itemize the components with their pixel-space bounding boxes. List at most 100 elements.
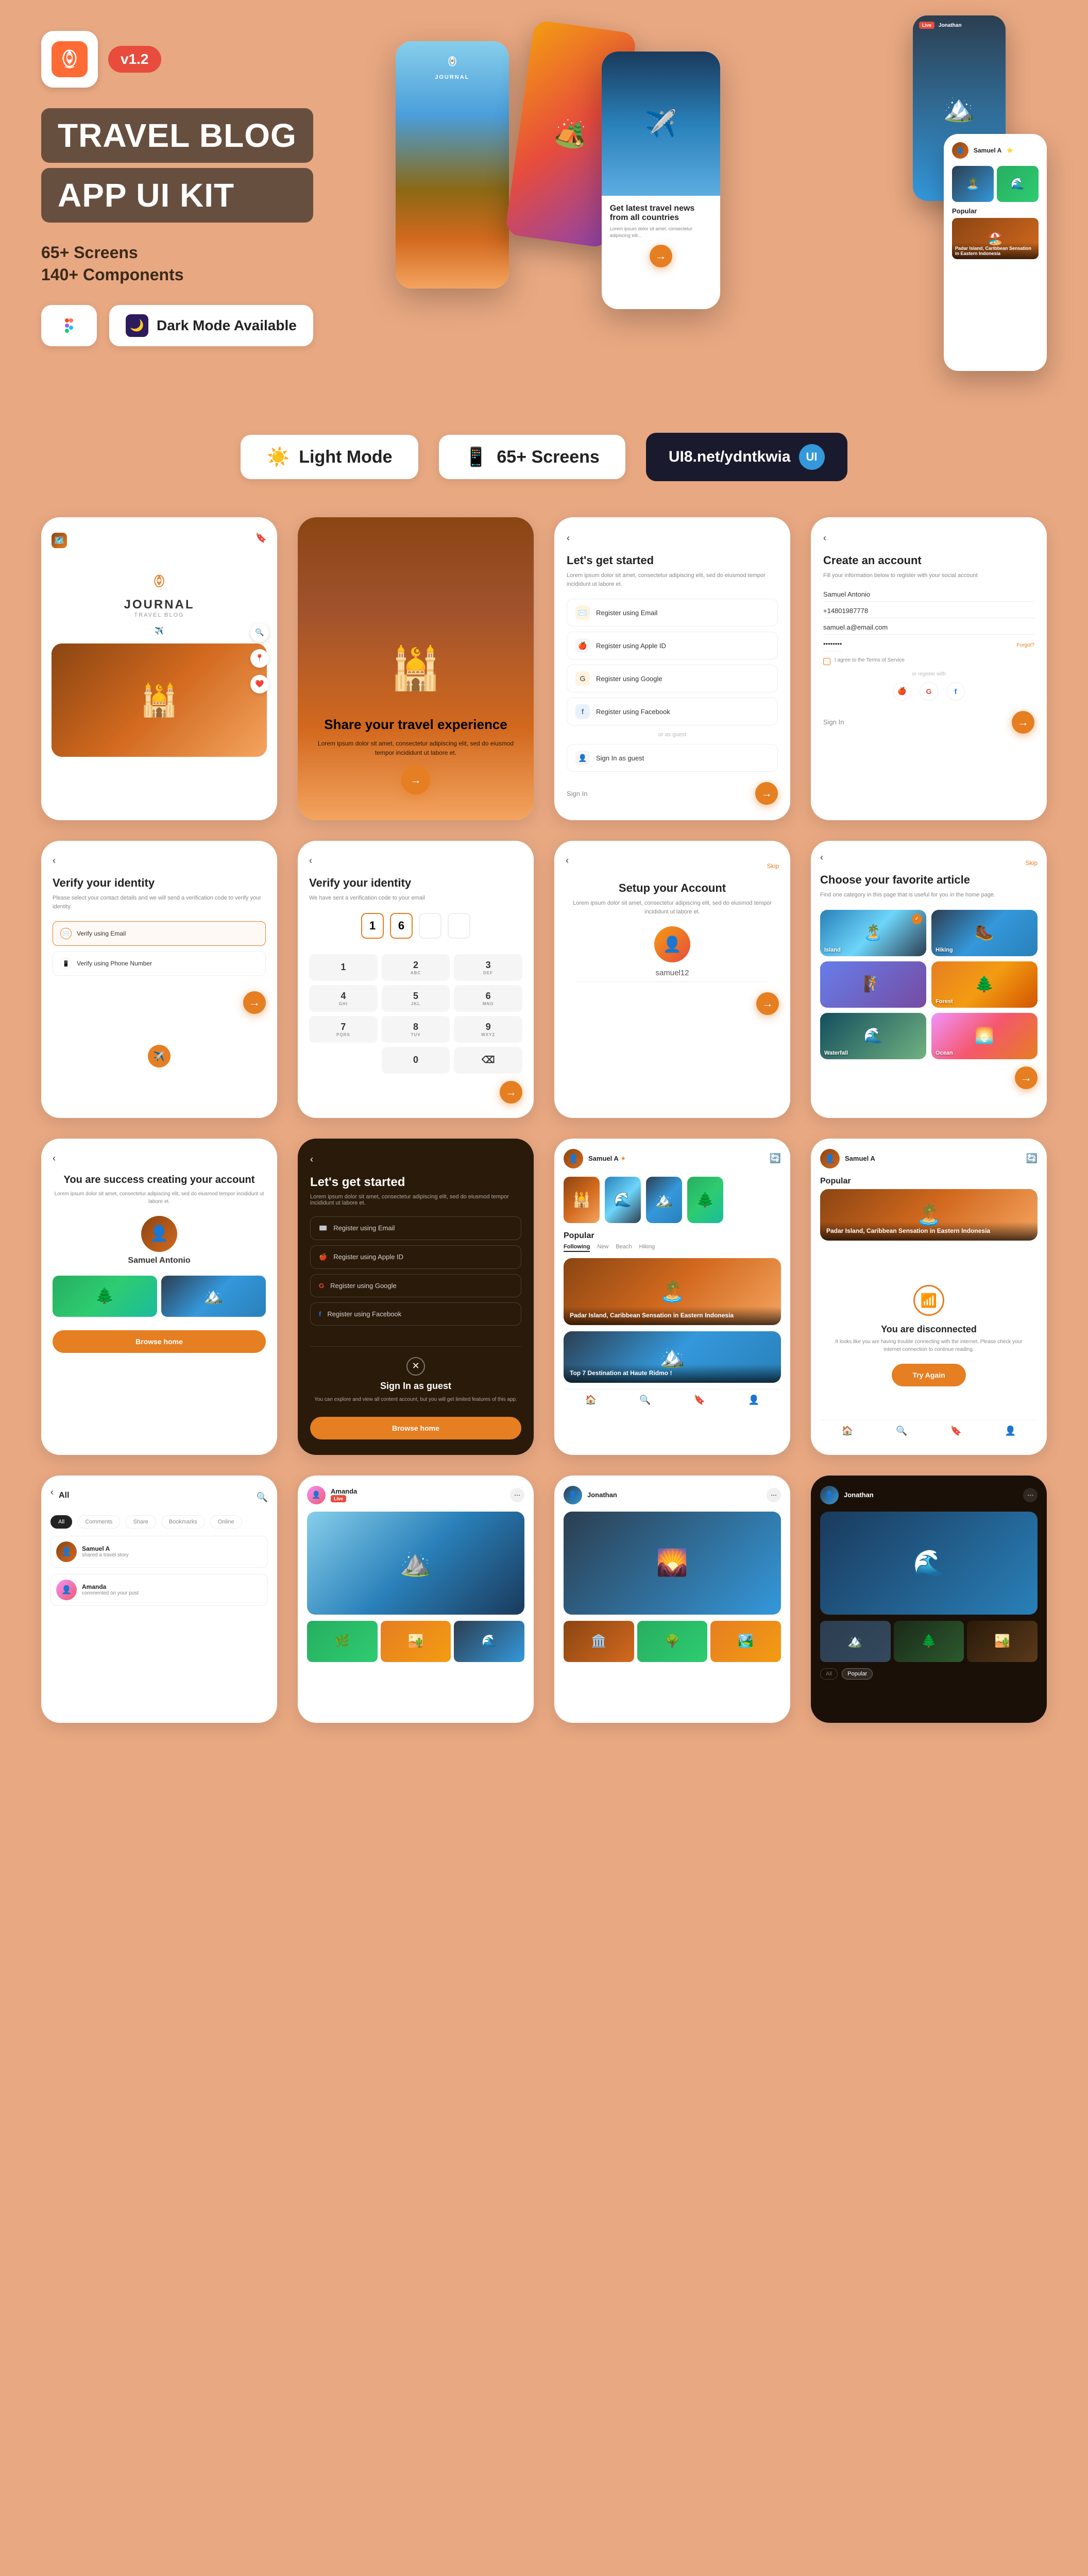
fav-hiking[interactable]: 🥾 Hiking	[931, 910, 1038, 956]
fav-next-btn[interactable]: →	[1015, 1066, 1038, 1089]
sign-in-guest-option[interactable]: 👤 Sign In as guest	[567, 744, 778, 772]
back-arrow-1[interactable]: ‹	[567, 533, 778, 544]
setup-next-btn[interactable]: →	[756, 992, 779, 1015]
tab-profile[interactable]: 👤	[748, 1395, 759, 1405]
jonathan-img-2[interactable]: 🌳	[637, 1621, 708, 1662]
back-arrow-5[interactable]: ‹	[566, 855, 569, 866]
back-arrow-all[interactable]: ‹	[50, 1487, 54, 1498]
fav-forest[interactable]: 🌲 Forest	[931, 961, 1038, 1008]
amanda-img-3[interactable]: 🌊	[454, 1621, 524, 1662]
setup-username[interactable]: samuel12	[576, 969, 769, 982]
cancel-guest-btn[interactable]: ✕	[406, 1357, 425, 1376]
tab-following[interactable]: Following	[564, 1244, 590, 1252]
article-card-2[interactable]: 🏔️ Top 7 Destination at Haute Ridmo !	[564, 1331, 781, 1383]
name-value[interactable]: Samuel Antonio	[823, 590, 1034, 602]
auth-next-btn-1[interactable]: →	[755, 782, 778, 805]
amanda-img-2[interactable]: 🏜️	[381, 1621, 451, 1662]
disc-tab-profile[interactable]: 👤	[1005, 1426, 1016, 1436]
back-arrow-6[interactable]: ‹	[820, 852, 823, 863]
tab-home[interactable]: 🏠	[585, 1395, 597, 1405]
back-arrow-3[interactable]: ‹	[53, 855, 266, 866]
story-3[interactable]: 🏔️	[646, 1177, 682, 1223]
sign-in-link-2[interactable]: Sign In	[823, 718, 844, 726]
article-card-1[interactable]: 🏝️ Padar Island, Caribbean Sensation in …	[564, 1258, 781, 1325]
browse-home-btn-guest[interactable]: Browse home	[310, 1417, 521, 1439]
key-4[interactable]: 4GHI	[309, 985, 378, 1012]
ui8-badge[interactable]: UI8.net/ydntkwia UI	[646, 433, 847, 481]
back-arrow-4[interactable]: ‹	[309, 855, 522, 866]
apple-social-btn[interactable]: 🍎	[893, 682, 911, 701]
disc-tab-bookmark[interactable]: 🔖	[950, 1426, 962, 1436]
filter-all[interactable]: All	[50, 1515, 72, 1529]
skip-btn-2[interactable]: Skip	[1026, 859, 1038, 867]
terms-checkbox[interactable]	[823, 658, 830, 665]
side-icon-2[interactable]: 📍	[250, 649, 269, 668]
back-arrow-dark[interactable]: ‹	[310, 1154, 521, 1165]
auth-next-btn-2[interactable]: →	[1012, 711, 1034, 734]
fav-ocean[interactable]: 🌅 Ocean	[931, 1013, 1038, 1059]
disc-tab-search[interactable]: 🔍	[896, 1426, 907, 1436]
jonathan-img-3[interactable]: 🏞️	[710, 1621, 781, 1662]
back-arrow-7[interactable]: ‹	[53, 1153, 266, 1164]
facebook-social-btn[interactable]: f	[946, 682, 965, 701]
story-2[interactable]: 🌊	[605, 1177, 641, 1223]
filter-comments[interactable]: Comments	[77, 1515, 120, 1529]
tab-hiking[interactable]: Hiking	[639, 1244, 655, 1252]
amanda-dots[interactable]: ⋯	[510, 1488, 524, 1502]
tab-bookmark[interactable]: 🔖	[694, 1395, 705, 1405]
light-mode-badge[interactable]: ☀️ Light Mode	[241, 435, 418, 479]
verify-plane-btn[interactable]: ✈️	[148, 1045, 171, 1067]
register-facebook-option[interactable]: f Register using Facebook	[567, 698, 778, 725]
filter-bookmarks[interactable]: Bookmarks	[161, 1515, 205, 1529]
verify-phone-option[interactable]: 📱 Verify using Phone Number	[53, 951, 266, 976]
side-icon-1[interactable]: 🔍	[250, 623, 269, 642]
browse-home-btn-success[interactable]: Browse home	[53, 1330, 266, 1353]
dark-tab-2[interactable]: Popular	[842, 1668, 873, 1680]
feed-item-1[interactable]: 👤 Samuel A shared a travel story	[50, 1536, 268, 1568]
tab-beach[interactable]: Beach	[616, 1244, 632, 1252]
key-6[interactable]: 6MNO	[454, 985, 522, 1012]
feed-item-2[interactable]: 👤 Amanda commented on your post	[50, 1574, 268, 1606]
phone-value[interactable]: +14801987778	[823, 607, 1034, 618]
sign-in-link-1[interactable]: Sign In	[567, 790, 587, 798]
key-1[interactable]: 1	[309, 954, 378, 981]
disc-refresh-icon[interactable]: 🔄	[1026, 1153, 1038, 1164]
dark-travel-cta-btn[interactable]: →	[401, 766, 430, 794]
disc-tab-home[interactable]: 🏠	[842, 1426, 853, 1436]
dark-tab-1[interactable]: All	[820, 1668, 838, 1680]
all-search-icon[interactable]: 🔍	[257, 1492, 268, 1503]
key-9[interactable]: 9WXYZ	[454, 1016, 522, 1043]
jonathan-dots[interactable]: ⋯	[767, 1488, 781, 1502]
key-7[interactable]: 7PQRS	[309, 1016, 378, 1043]
register-apple-option[interactable]: 🍎 Register using Apple ID	[567, 632, 778, 659]
dark-register-email[interactable]: ✉️ Register using Email	[310, 1216, 521, 1240]
jonathan-dark-dots[interactable]: ⋯	[1023, 1488, 1038, 1502]
amanda-img-1[interactable]: 🌿	[307, 1621, 378, 1662]
dark-mode-badge[interactable]: 🌙 Dark Mode Available	[109, 305, 313, 346]
bookmark-icon[interactable]: 🔖	[256, 533, 267, 548]
otp-next-btn[interactable]: →	[500, 1081, 522, 1104]
tab-search-bottom[interactable]: 🔍	[639, 1395, 651, 1405]
key-8[interactable]: 8TUV	[382, 1016, 450, 1043]
side-icon-3[interactable]: ❤️	[250, 675, 269, 693]
filter-online[interactable]: Online	[210, 1515, 242, 1529]
dark-register-apple[interactable]: 🍎 Register using Apple ID	[310, 1245, 521, 1269]
password-value[interactable]: ••••••••	[823, 640, 842, 651]
key-0[interactable]: 0	[382, 1047, 450, 1074]
register-google-option[interactable]: G Register using Google	[567, 665, 778, 692]
google-social-btn[interactable]: G	[920, 682, 938, 701]
jonathan-img-1[interactable]: 🏛️	[564, 1621, 634, 1662]
jonathan-dark-img-1[interactable]: 🏔️	[820, 1621, 891, 1662]
dark-register-google[interactable]: G Register using Google	[310, 1274, 521, 1297]
forgot-link[interactable]: Forgot?	[1017, 642, 1034, 648]
verify-next-btn[interactable]: →	[243, 991, 266, 1014]
refresh-icon[interactable]: 🔄	[770, 1153, 781, 1164]
key-3[interactable]: 3DEF	[454, 954, 522, 981]
key-5[interactable]: 5JKL	[382, 985, 450, 1012]
try-again-btn[interactable]: Try Again	[892, 1364, 965, 1386]
filter-share[interactable]: Share	[125, 1515, 156, 1529]
back-arrow-2[interactable]: ‹	[823, 533, 1034, 544]
skip-btn-1[interactable]: Skip	[767, 862, 779, 870]
key-2[interactable]: 2ABC	[382, 954, 450, 981]
story-4[interactable]: 🌲	[687, 1177, 723, 1223]
